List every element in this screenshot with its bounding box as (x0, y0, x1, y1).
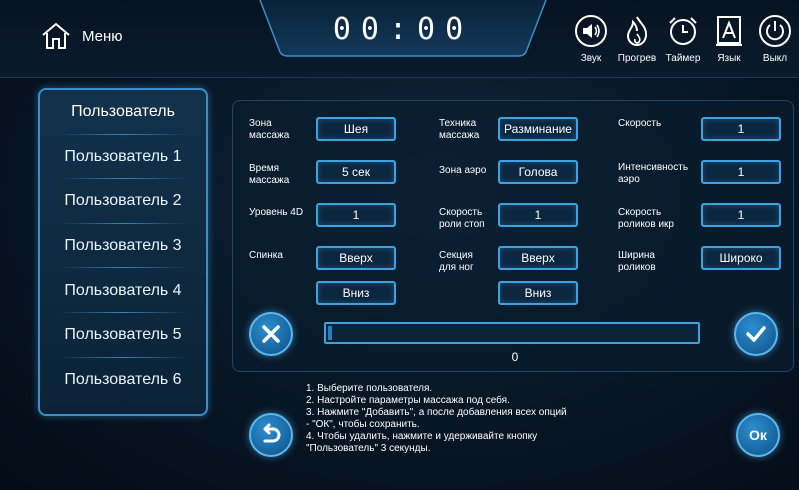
sound-button[interactable]: Звук (568, 14, 614, 64)
preheat-button[interactable]: Прогрев (614, 14, 660, 64)
alarm-clock-icon (669, 17, 697, 45)
speed-label: Скорость (618, 118, 662, 129)
leg-section-label: Секция для ног (439, 250, 474, 273)
close-icon (262, 325, 280, 343)
roller-width-label: Ширина роликов (618, 250, 656, 273)
language-icon (716, 16, 742, 46)
instructions: 1. Выберите пользователя. 2. Настройте п… (306, 383, 567, 455)
user-list: Пользователь Пользователь 1 Пользователь… (38, 88, 208, 416)
power-button[interactable]: Выкл (752, 14, 798, 64)
progress-bar (324, 322, 700, 344)
instruction-line: 1. Выберите пользователя. (306, 383, 433, 394)
air-intensity-value[interactable]: 1 (701, 160, 781, 184)
language-button[interactable]: Язык (706, 14, 752, 64)
foot-roller-speed-value[interactable]: 1 (498, 203, 578, 227)
instruction-line: "Пользователь" 3 секунды. (306, 443, 431, 454)
flame-icon (626, 16, 648, 47)
power-label: Выкл (762, 53, 788, 64)
timer-text: 00:00 (332, 12, 474, 47)
time-value[interactable]: 5 сек (316, 160, 396, 184)
user-item-5[interactable]: Пользователь 5 (40, 313, 206, 358)
user-item-3[interactable]: Пользователь 3 (40, 224, 206, 269)
calf-roller-speed-value[interactable]: 1 (701, 203, 781, 227)
progress-value: 0 (511, 350, 519, 364)
preheat-label: Прогрев (617, 53, 657, 64)
power-icon (759, 15, 791, 47)
timer-label: Таймер (665, 53, 701, 64)
level-4d-value[interactable]: 1 (316, 203, 396, 227)
instruction-line: 2. Настройте параметры массажа под себя. (306, 395, 510, 406)
instruction-line: 4. Чтобы удалить, нажмите и удерживайте … (306, 431, 538, 442)
return-arrow-icon (263, 423, 281, 443)
cancel-button[interactable] (249, 312, 293, 356)
back-label: Спинка (249, 250, 283, 261)
sound-label: Звук (580, 53, 602, 64)
toolbar: Звук Прогрев Таймер Язык Выкл (568, 14, 798, 64)
leg-down-button[interactable]: Вниз (498, 281, 578, 305)
speed-value[interactable]: 1 (701, 117, 781, 141)
roller-width-value[interactable]: Широко (701, 246, 781, 270)
language-label: Язык (717, 53, 741, 64)
back-up-button[interactable]: Вверх (316, 246, 396, 270)
calf-roller-speed-label: Скорость роликов икр (618, 207, 674, 230)
speaker-icon (575, 15, 607, 47)
ok-button[interactable]: Ок (736, 413, 780, 457)
foot-roller-speed-label: Скорость роли стоп (439, 207, 485, 230)
user-item-4[interactable]: Пользователь 4 (40, 268, 206, 313)
user-item-main[interactable]: Пользователь (40, 90, 206, 135)
home-icon (42, 22, 70, 49)
air-zone-label: Зона аэро (439, 165, 487, 176)
timer-display: 00:00 (258, 0, 548, 58)
instruction-line: 3. Нажмите "Добавить", а после добавлени… (306, 407, 567, 418)
leg-up-button[interactable]: Вверх (498, 246, 578, 270)
massage-zone-value[interactable]: Шея (316, 117, 396, 141)
time-label: Время массажа (249, 163, 290, 186)
technique-value[interactable]: Разминание (498, 117, 578, 141)
checkmark-icon (746, 326, 766, 342)
level-4d-label: Уровень 4D (249, 207, 304, 218)
menu-label: Меню (82, 27, 123, 45)
progress-fill (328, 326, 333, 340)
back-down-button[interactable]: Вниз (316, 281, 396, 305)
screen: Меню 00:00 Звук Прогрев Таймер Язык Выкл… (0, 0, 799, 490)
menu-button[interactable]: Меню (40, 20, 123, 52)
user-item-1[interactable]: Пользователь 1 (40, 135, 206, 180)
instruction-line: - "ОК", чтобы сохранить. (306, 419, 420, 430)
user-item-6[interactable]: Пользователь 6 (40, 358, 206, 403)
timer-button[interactable]: Таймер (660, 14, 706, 64)
user-item-2[interactable]: Пользователь 2 (40, 179, 206, 224)
technique-label: Техника массажа (439, 118, 480, 141)
add-button[interactable] (734, 312, 778, 356)
top-bar: Меню 00:00 Звук Прогрев Таймер Язык Выкл (0, 0, 799, 78)
massage-zone-label: Зона массажа (249, 118, 290, 141)
back-button[interactable] (249, 413, 293, 457)
air-intensity-label: Интенсивность аэро (618, 162, 689, 185)
air-zone-value[interactable]: Голова (498, 160, 578, 184)
